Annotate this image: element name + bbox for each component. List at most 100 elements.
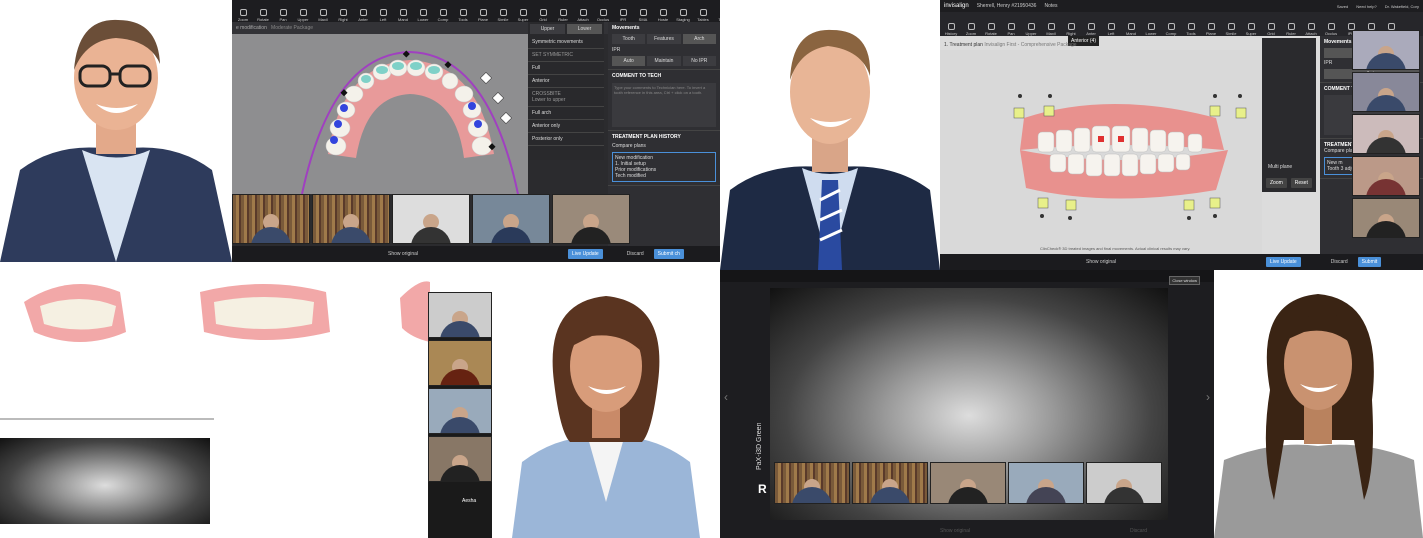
- discard-button[interactable]: Discard: [627, 251, 644, 257]
- menu-posterior-only[interactable]: Posterior only: [528, 133, 604, 146]
- tab-tooth[interactable]: Tooth: [612, 34, 646, 44]
- toolbar-button[interactable]: Left: [1104, 23, 1118, 36]
- toolbar-button[interactable]: Simile: [1224, 23, 1238, 36]
- toolbar-button[interactable]: Plane: [1204, 23, 1218, 36]
- toolbar-button[interactable]: Ruler: [556, 9, 570, 22]
- zoom-button[interactable]: Zoom: [1266, 178, 1287, 188]
- toolbar-button[interactable]: Super: [1244, 23, 1258, 36]
- video-tile[interactable]: [1352, 198, 1420, 238]
- video-tile[interactable]: [930, 462, 1006, 504]
- toolbar-button[interactable]: Right: [336, 9, 350, 22]
- user-menu[interactable]: Dr. Wakefield, Cory: [1385, 4, 1419, 9]
- video-tile[interactable]: [1352, 72, 1420, 112]
- menu-anterior-only[interactable]: Anterior only: [528, 120, 604, 133]
- tab-upper[interactable]: Upper: [530, 24, 565, 34]
- toolbar-button[interactable]: Tools: [1184, 23, 1198, 36]
- video-tile[interactable]: [1352, 114, 1420, 154]
- video-tile[interactable]: [312, 194, 390, 244]
- toolbar-button[interactable]: Maxil: [1044, 23, 1058, 36]
- toolbar-button[interactable]: Rotate: [984, 23, 998, 36]
- toolbar-button[interactable]: Mand: [1124, 23, 1138, 36]
- toolbar-button[interactable]: Attach: [576, 9, 590, 22]
- ipr-auto[interactable]: Auto: [612, 56, 646, 66]
- video-tile[interactable]: [852, 462, 928, 504]
- video-tile[interactable]: [392, 194, 470, 244]
- toolbar-button[interactable]: Pan: [1004, 23, 1018, 36]
- video-tile[interactable]: [428, 292, 492, 338]
- discard-button[interactable]: Discard: [1130, 528, 1147, 534]
- video-tile[interactable]: [428, 340, 492, 386]
- toolbar-button[interactable]: Occlus: [1324, 23, 1338, 36]
- menu-symmetric[interactable]: Symmetric movements: [528, 36, 604, 49]
- discard-button[interactable]: Discard: [1331, 259, 1348, 265]
- toolbar-button[interactable]: Lower: [1144, 23, 1158, 36]
- show-original-button[interactable]: Show original: [940, 528, 970, 534]
- video-tile[interactable]: [774, 462, 850, 504]
- comment-textarea[interactable]: Type your comments to Technician here. T…: [612, 83, 716, 127]
- show-original-button[interactable]: Show original: [1086, 259, 1116, 265]
- ipr-none[interactable]: No IPR: [682, 56, 716, 66]
- toolbar-button[interactable]: Zoom: [236, 9, 250, 22]
- video-tile[interactable]: [472, 194, 550, 244]
- toolbar-button[interactable]: Comp: [436, 9, 450, 22]
- toolbar-button[interactable]: History: [944, 23, 958, 36]
- toolbar-button[interactable]: Left: [376, 9, 390, 22]
- toolbar-button[interactable]: Super: [516, 9, 530, 22]
- toolbar-button[interactable]: Right: [1064, 23, 1078, 36]
- prev-arrow-icon[interactable]: ‹: [724, 390, 728, 404]
- toolbar-button[interactable]: Upper: [296, 9, 310, 22]
- toolbar-button[interactable]: Simile: [496, 9, 510, 22]
- 3d-viewport[interactable]: [232, 34, 528, 195]
- help-button[interactable]: Need help?: [1356, 4, 1376, 9]
- toolbar-button[interactable]: Anter: [1084, 23, 1098, 36]
- toolbar-button[interactable]: Tools: [456, 9, 470, 22]
- toolbar-button[interactable]: Hoste: [656, 9, 670, 22]
- live-update-button[interactable]: Live Update: [1266, 257, 1301, 267]
- toolbar-button[interactable]: Maxil: [316, 9, 330, 22]
- toolbar-button[interactable]: Zoom: [964, 23, 978, 36]
- reset-button[interactable]: Reset: [1290, 178, 1312, 188]
- toolbar-button[interactable]: Rotate: [256, 9, 270, 22]
- ipr-maintain[interactable]: Maintain: [647, 56, 681, 66]
- live-update-button[interactable]: Live Update: [568, 249, 603, 259]
- toolbar-button[interactable]: SMA: [636, 9, 650, 22]
- tab-lower[interactable]: Lower: [567, 24, 602, 34]
- toolbar-button[interactable]: Grid: [536, 9, 550, 22]
- toolbar-button[interactable]: Mand: [396, 9, 410, 22]
- tool-icon: [947, 23, 955, 30]
- submit-button[interactable]: Submit: [1357, 257, 1382, 267]
- menu-full-arch[interactable]: Full arch: [528, 107, 604, 120]
- toolbar-button[interactable]: IPR: [616, 9, 630, 22]
- toolbar-button[interactable]: Tables: [696, 9, 710, 22]
- toolbar-button[interactable]: Staging: [676, 9, 690, 22]
- menu-full[interactable]: Full: [528, 62, 604, 75]
- notes-button[interactable]: Notes: [1044, 3, 1057, 9]
- toolbar-button[interactable]: Comp: [1164, 23, 1178, 36]
- toolbar-button[interactable]: Anter: [356, 9, 370, 22]
- 3d-viewport[interactable]: [940, 50, 1262, 254]
- video-tile[interactable]: [552, 194, 630, 244]
- toolbar-button[interactable]: Lower: [416, 9, 430, 22]
- toolbar-button[interactable]: Ruler: [1284, 23, 1298, 36]
- history-mod[interactable]: Tech modified: [615, 173, 713, 179]
- toolbar-button[interactable]: Attach: [1304, 23, 1318, 36]
- tab-arch[interactable]: Arch: [682, 34, 716, 44]
- video-tile[interactable]: [232, 194, 310, 244]
- toolbar-button[interactable]: Plane: [476, 9, 490, 22]
- show-original-button[interactable]: Show original: [388, 251, 418, 257]
- video-tile[interactable]: [1008, 462, 1084, 504]
- video-tile[interactable]: [428, 388, 492, 434]
- video-tile[interactable]: [1086, 462, 1162, 504]
- toolbar-button[interactable]: Occlus: [596, 9, 610, 22]
- tab-features[interactable]: Features: [647, 34, 681, 44]
- next-arrow-icon[interactable]: ›: [1206, 390, 1210, 404]
- toolbar-button[interactable]: Pan: [276, 9, 290, 22]
- compare-plans[interactable]: Compare plans: [612, 143, 716, 149]
- toolbar-button[interactable]: Grid: [1264, 23, 1278, 36]
- toolbar-button[interactable]: Upper: [1024, 23, 1038, 36]
- video-tile[interactable]: [428, 436, 492, 482]
- menu-anterior[interactable]: Anterior: [528, 75, 604, 88]
- submit-button[interactable]: Submit ch: [653, 249, 684, 259]
- video-tile[interactable]: [1352, 30, 1420, 70]
- video-tile[interactable]: [1352, 156, 1420, 196]
